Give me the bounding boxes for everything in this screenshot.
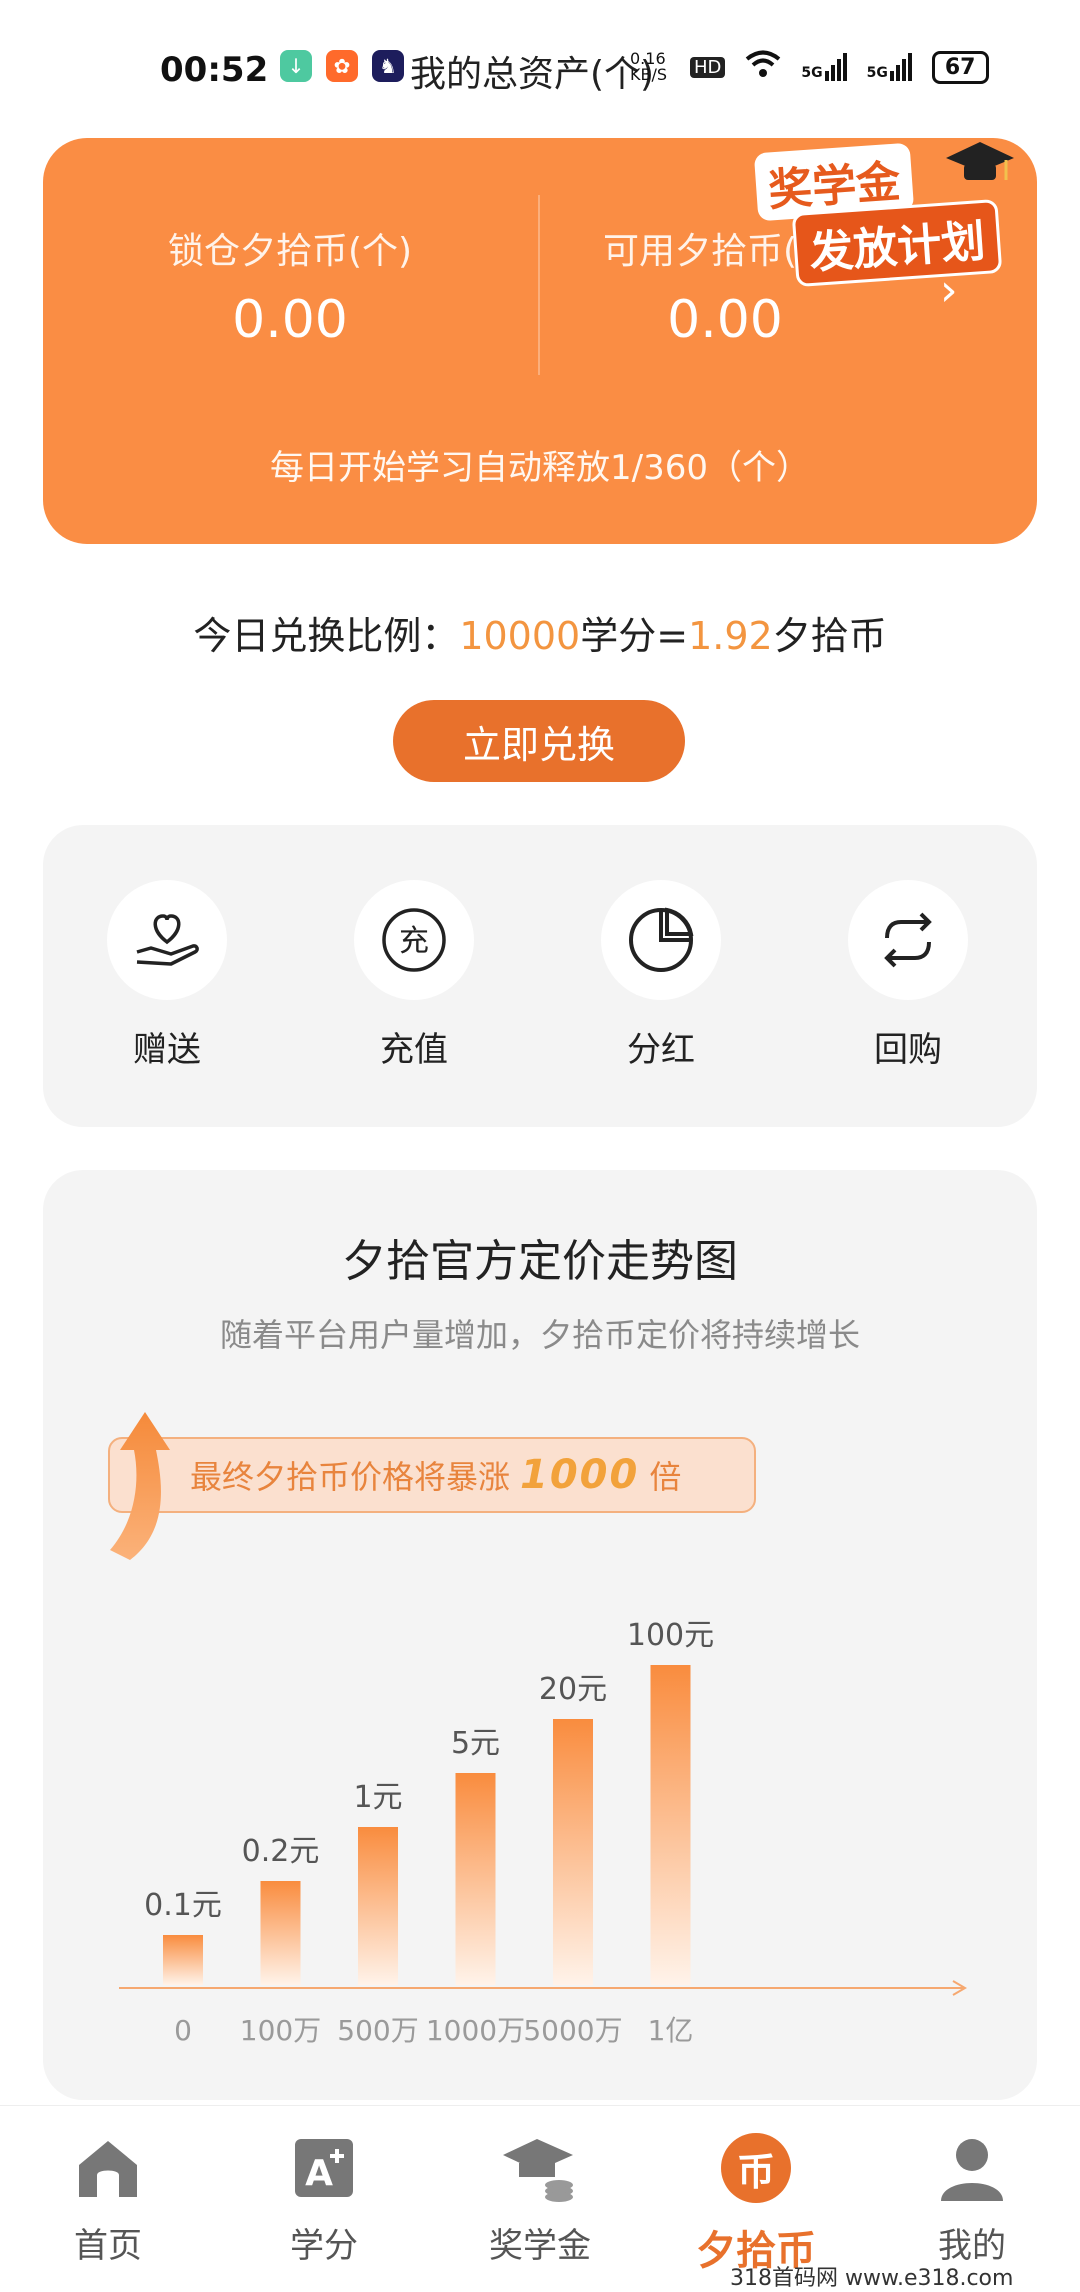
hd-badge: HD: [690, 56, 726, 78]
badge-line2: 发放计划: [791, 198, 1003, 288]
chart-bar: [553, 1719, 593, 1985]
action-label: 充值: [380, 1030, 448, 1070]
home-icon: [68, 2128, 148, 2208]
bar-data-label: 100元: [627, 1618, 714, 1653]
bar-data-label: 20元: [539, 1672, 607, 1707]
net-speed: 0.16 KB/S: [630, 49, 668, 84]
notification-icons: ↓ ✿ ♞: [280, 50, 404, 82]
download-icon: ↓: [280, 50, 312, 82]
exchange-coin: 1.92: [688, 614, 773, 658]
action-gift[interactable]: 赠送: [87, 880, 247, 1071]
chart-bar: [163, 1935, 203, 1985]
locked-coin-label: 锁仓夕拾币(个): [167, 231, 413, 272]
scholarship-plan-badge[interactable]: 奖学金 发放计划: [753, 140, 1026, 288]
exchange-now-button[interactable]: 立即兑换: [393, 700, 685, 782]
watermark: 318首码网 www.e318.com: [730, 2266, 1014, 2291]
action-repurchase[interactable]: 回购: [828, 880, 988, 1071]
app-icon: ♞: [372, 50, 404, 82]
action-recharge[interactable]: 充 充值: [334, 880, 494, 1071]
scholarship-icon: [500, 2128, 580, 2208]
nav-home[interactable]: 首页: [0, 2128, 216, 2267]
bar-data-label: 1元: [353, 1780, 402, 1815]
chart-subtitle: 随着平台用户量增加，夕拾币定价将持续增长: [219, 1316, 860, 1354]
exchange-prefix: 今日兑换比例：: [193, 614, 460, 658]
nav-label: 学分: [290, 2226, 358, 2266]
signal-icon: 5G: [801, 53, 847, 81]
chart-title: 夕拾官方定价走势图: [342, 1236, 738, 1287]
chart-bar: [260, 1881, 301, 1985]
recharge-icon: 充: [354, 880, 474, 1000]
exchange-points-unit: 学分=: [580, 614, 689, 658]
nav-scholarship[interactable]: 奖学金: [432, 2128, 648, 2267]
locked-coin-value: 0.00: [232, 290, 348, 350]
action-label: 分红: [627, 1030, 695, 1070]
action-dividend[interactable]: 分红: [581, 880, 741, 1071]
repurchase-icon: [848, 880, 968, 1000]
exchange-rate: 今日兑换比例：10000学分=1.92夕拾币: [0, 605, 1080, 660]
profile-icon: [932, 2128, 1012, 2208]
nav-profile[interactable]: 我的: [864, 2128, 1080, 2267]
price-trend-chart: 0.1元 0 0.2元 100万 1元 500万 5元 1000万 20元 5000万 100元 1亿: [119, 1618, 967, 2047]
x-tick-label: 1亿: [648, 2014, 694, 2047]
available-coin-value: 0.00: [667, 290, 783, 350]
gift-heart-icon: [107, 880, 227, 1000]
app-icon: ✿: [326, 50, 358, 82]
action-label: 回购: [874, 1030, 942, 1070]
chart-bar: [358, 1827, 398, 1985]
x-tick-label: 100万: [240, 2014, 321, 2047]
x-tick-label: 0: [174, 2014, 192, 2047]
coin-icon: 币: [716, 2128, 796, 2208]
nav-label: 奖学金: [489, 2226, 591, 2266]
status-time: 00:52: [160, 50, 269, 90]
pie-chart-icon: [601, 880, 721, 1000]
wifi-icon: [745, 50, 781, 84]
exchange-coin-unit: 夕拾币: [772, 614, 887, 658]
release-note: 每日开始学习自动释放1/360（个）: [270, 448, 810, 488]
credit-icon: A: [284, 2128, 364, 2208]
bar-data-label: 0.2元: [242, 1834, 320, 1869]
x-tick-label: 1000万: [426, 2014, 525, 2047]
nav-coin[interactable]: 币 夕拾币: [648, 2128, 864, 2276]
svg-text:A: A: [305, 2153, 333, 2194]
battery-icon: 67: [931, 50, 989, 84]
chart-bar: [650, 1665, 691, 1985]
status-right: 0.16 KB/S HD 5G 5G 67: [630, 50, 989, 84]
x-tick-label: 500万: [337, 2014, 418, 2047]
status-bar: 00:52 ↓ ✿ ♞ 我的总资产(个) 0.16 KB/S HD 5G 5G …: [0, 0, 1080, 130]
chart-bar: [455, 1773, 496, 1985]
exchange-points: 10000: [459, 614, 581, 658]
bar-data-label: 5元: [451, 1726, 500, 1761]
nav-label: 首页: [74, 2226, 142, 2266]
bar-data-label: 0.1元: [144, 1888, 222, 1923]
graduation-cap-icon: [946, 142, 1014, 180]
nav-credits[interactable]: A 学分: [216, 2128, 432, 2267]
overlay-title: 我的总资产(个): [410, 54, 655, 95]
signal-icon: 5G: [867, 53, 912, 81]
x-tick-label: 5000万: [523, 2014, 622, 2047]
action-label: 赠送: [133, 1030, 201, 1070]
svg-text:充: 充: [399, 924, 429, 959]
